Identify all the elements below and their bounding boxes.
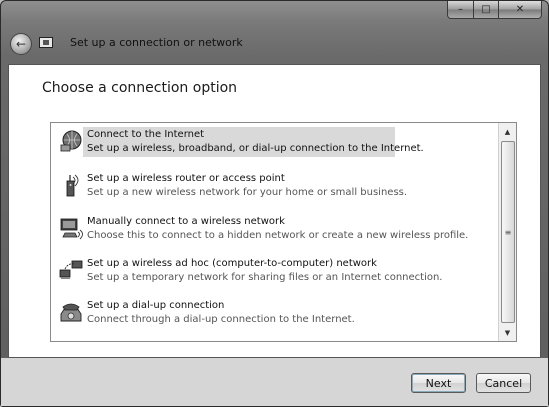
option-wireless-router[interactable]: Set up a wireless router or access point…: [53, 171, 493, 211]
option-dialup[interactable]: Set up a dial-up connection Connect thro…: [53, 298, 493, 338]
scroll-up-button[interactable]: ▲: [499, 123, 516, 140]
dialup-phone-icon: [60, 303, 82, 322]
computer-wireless-icon: [60, 218, 83, 240]
option-adhoc-network[interactable]: Set up a wireless ad hoc (computer-to-co…: [53, 256, 493, 296]
option-manual-wireless[interactable]: Manually connect to a wireless network C…: [53, 214, 493, 254]
next-button[interactable]: Next: [411, 373, 466, 393]
maximize-button[interactable]: □: [474, 1, 499, 19]
globe-network-icon: [60, 130, 82, 152]
button-bar: Next Cancel: [1, 358, 548, 406]
option-connect-internet[interactable]: Connect to the Internet Set up a wireles…: [53, 127, 493, 167]
wizard-title: Set up a connection or network: [70, 36, 243, 49]
option-title: Manually connect to a wireless network: [87, 216, 285, 227]
page-heading: Choose a connection option: [42, 80, 238, 96]
option-description: Set up a new wireless network for your h…: [87, 187, 408, 198]
wizard-window: – □ ✕ ← Set up a connection or network C…: [0, 0, 549, 407]
option-description: Connect through a dial-up connection to …: [87, 314, 355, 325]
option-description: Set up a wireless, broadband, or dial-up…: [87, 143, 424, 154]
scroll-thumb[interactable]: ≡: [501, 141, 515, 323]
option-title: Set up a wireless router or access point: [87, 173, 285, 184]
option-title: Set up a wireless ad hoc (computer-to-co…: [87, 258, 377, 269]
back-arrow-icon: ←: [15, 37, 27, 51]
cancel-button[interactable]: Cancel: [476, 373, 531, 393]
minimize-button[interactable]: –: [447, 1, 474, 19]
option-title: Set up a dial-up connection: [87, 300, 225, 311]
adhoc-network-icon: [59, 260, 83, 279]
grip-icon: ≡: [504, 227, 512, 237]
option-title: Connect to the Internet: [87, 129, 205, 140]
scroll-down-button[interactable]: ▼: [499, 324, 516, 341]
network-wizard-icon: [39, 37, 53, 48]
option-description: Set up a temporary network for sharing f…: [87, 272, 443, 283]
wireless-router-icon: [66, 174, 79, 197]
content-pane: Choose a connection option Connect to th…: [8, 64, 541, 358]
close-button[interactable]: ✕: [499, 1, 542, 19]
back-button[interactable]: ←: [10, 33, 32, 55]
option-description: Choose this to connect to a hidden netwo…: [87, 230, 469, 241]
vertical-scrollbar[interactable]: ▲ ≡ ▼: [498, 123, 516, 341]
connection-options-list[interactable]: Connect to the Internet Set up a wireles…: [50, 122, 517, 342]
caption-buttons: – □ ✕: [447, 1, 542, 19]
